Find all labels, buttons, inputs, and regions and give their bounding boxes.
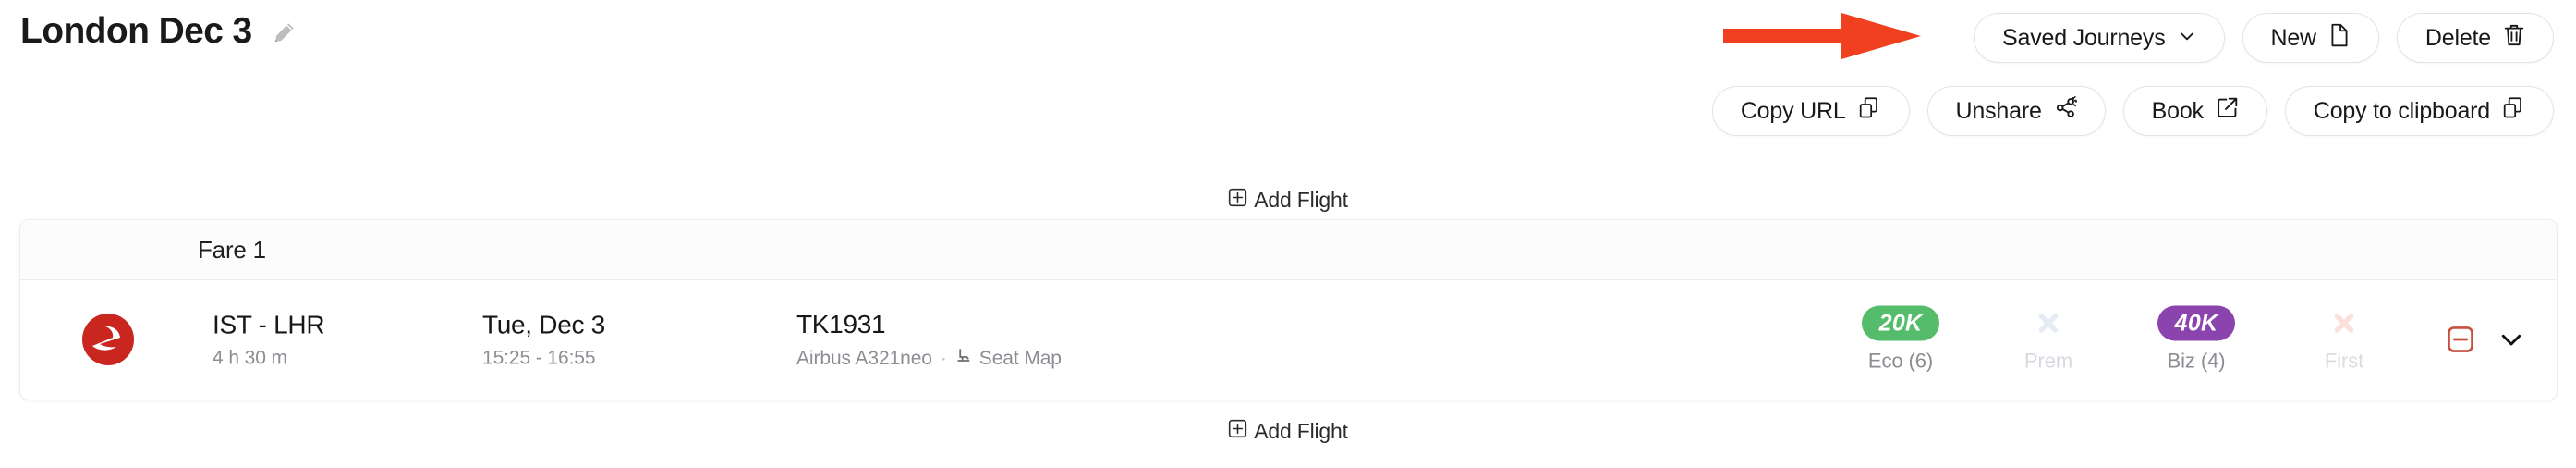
file-icon — [2328, 23, 2351, 54]
flight-row[interactable]: IST - LHR 4 h 30 m Tue, Dec 3 15:25 - 16… — [20, 280, 2557, 399]
cabin-eco-price-badge: 20K — [1861, 305, 1940, 341]
cabin-biz-price-badge: 40K — [2157, 305, 2236, 341]
add-flight-label: Add Flight — [1254, 419, 1348, 443]
flight-column: TK1931 Airbus A321neo · Seat Map — [796, 309, 1062, 370]
saved-journeys-button[interactable]: Saved Journeys — [1974, 13, 2225, 63]
fare-label: Fare 1 — [198, 235, 266, 264]
delete-label: Delete — [2424, 24, 2491, 51]
cabin-prem-unavailable-icon — [2035, 306, 2062, 341]
book-label: Book — [2151, 97, 2204, 124]
title-block: London Dec 3 — [20, 13, 297, 49]
new-button[interactable]: New — [2242, 13, 2379, 63]
toolbar-row-secondary: Copy URL Unshare Book Copy to clipboard — [1711, 86, 2554, 136]
copy-to-clipboard-button[interactable]: Copy to clipboard — [2284, 86, 2554, 136]
date-label: Tue, Dec 3 — [482, 310, 605, 339]
copy-icon — [2502, 96, 2525, 126]
trash-icon — [2503, 23, 2525, 54]
aircraft-label: Airbus A321neo — [796, 347, 932, 369]
pencil-icon[interactable] — [271, 20, 297, 46]
date-column: Tue, Dec 3 15:25 - 16:55 — [482, 309, 605, 369]
square-minus-icon[interactable] — [2446, 325, 2475, 354]
new-label: New — [2270, 24, 2317, 51]
cabin-prem: Prem — [1975, 306, 2122, 374]
seat-map-link[interactable]: Seat Map — [955, 347, 1062, 370]
cabin-prem-label: Prem — [2023, 349, 2073, 373]
chevron-down-icon — [2178, 25, 2196, 52]
cabin-availability-group: 20K Eco (6) Prem 40K Biz (4) First — [1827, 305, 2418, 374]
turkish-airlines-logo-icon — [81, 313, 135, 366]
add-flight-bottom-button[interactable]: Add Flight — [0, 419, 2576, 444]
external-link-icon — [2216, 96, 2239, 126]
unshare-button[interactable]: Unshare — [1926, 86, 2106, 136]
chevron-down-icon[interactable] — [2497, 326, 2525, 353]
seat-icon — [955, 347, 973, 370]
share-off-icon — [2054, 96, 2079, 126]
delete-button[interactable]: Delete — [2396, 13, 2554, 63]
journey-planner-page: London Dec 3 Saved Journeys New Delete C… — [0, 0, 2576, 468]
cabin-biz-label: Biz (4) — [2167, 349, 2226, 373]
add-flight-label: Add Flight — [1254, 188, 1348, 212]
page-title: London Dec 3 — [20, 11, 252, 51]
cabin-first-unavailable-icon — [2330, 306, 2358, 341]
route-label: IST - LHR — [213, 310, 325, 339]
toolbar-row-primary: Saved Journeys New Delete — [1974, 13, 2554, 63]
route-column: IST - LHR 4 h 30 m — [213, 309, 325, 369]
duration-label: 4 h 30 m — [213, 347, 287, 369]
copy-icon — [1858, 96, 1881, 126]
cabin-first-label: First — [2324, 349, 2364, 373]
fare-card-header: Fare 1 — [20, 220, 2557, 280]
unshare-label: Unshare — [1955, 97, 2042, 124]
cabin-first: First — [2270, 306, 2418, 374]
seat-map-label: Seat Map — [978, 347, 1062, 369]
separator-dot: · — [940, 347, 947, 369]
book-button[interactable]: Book — [2122, 86, 2267, 136]
copy-to-clipboard-label: Copy to clipboard — [2313, 97, 2490, 124]
square-plus-icon — [1228, 419, 1247, 444]
cabin-biz[interactable]: 40K Biz (4) — [2122, 305, 2270, 374]
aircraft-row: Airbus A321neo · Seat Map — [796, 347, 1062, 370]
times-label: 15:25 - 16:55 — [482, 347, 596, 369]
add-flight-top-button[interactable]: Add Flight — [0, 188, 2576, 213]
cabin-eco-label: Eco (6) — [1867, 349, 1934, 373]
copy-url-button[interactable]: Copy URL — [1711, 86, 1910, 136]
flight-number-label: TK1931 — [796, 309, 886, 339]
fare-card: Fare 1 IST - LHR 4 h 30 m Tue, Dec 3 15:… — [19, 219, 2558, 400]
copy-url-label: Copy URL — [1740, 97, 1846, 124]
saved-journeys-label: Saved Journeys — [2002, 24, 2166, 51]
square-plus-icon — [1228, 188, 1247, 213]
flight-row-actions — [2446, 325, 2525, 354]
cabin-eco[interactable]: 20K Eco (6) — [1827, 305, 1975, 374]
